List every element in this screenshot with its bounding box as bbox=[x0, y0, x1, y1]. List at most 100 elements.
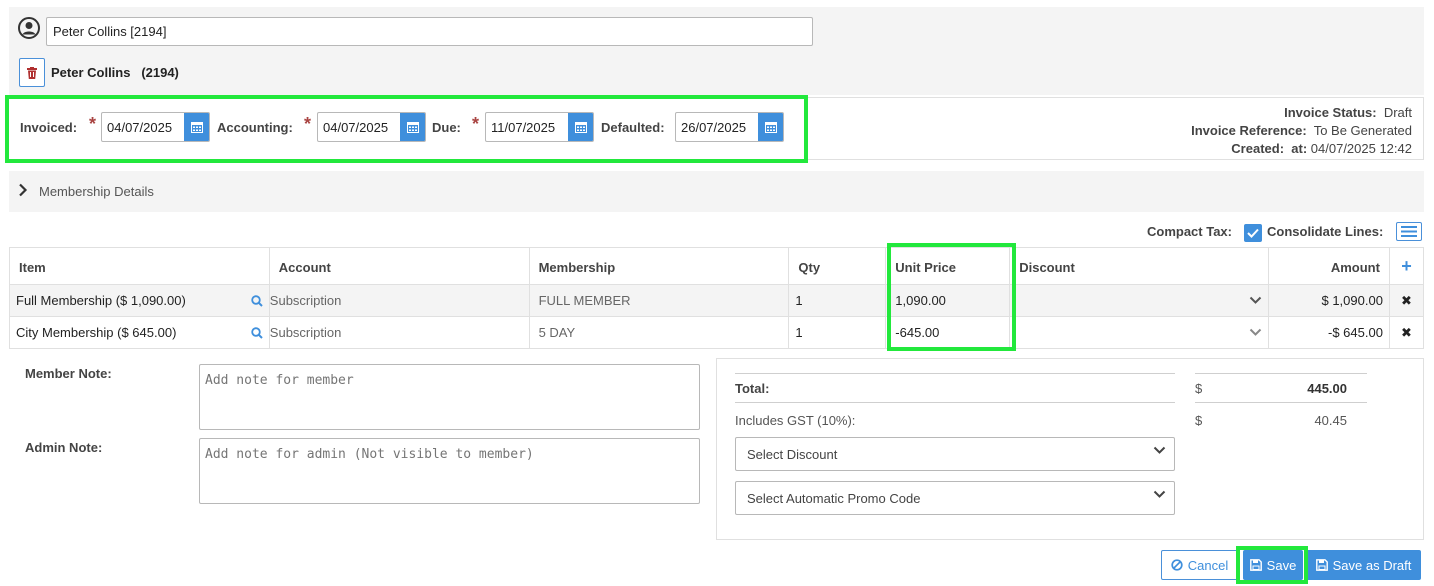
cancel-button[interactable]: Cancel bbox=[1161, 550, 1238, 580]
admin-note-label: Admin Note: bbox=[25, 440, 103, 455]
due-date-field[interactable]: 11/07/2025 bbox=[485, 112, 594, 142]
invoice-status-value: Draft bbox=[1383, 105, 1412, 120]
gst-label: Includes GST (10%): bbox=[735, 413, 856, 428]
required-marker: * bbox=[89, 114, 97, 134]
qty-cell[interactable]: 1 bbox=[788, 316, 887, 349]
due-label: Due: bbox=[432, 120, 461, 135]
column-header-account: Account bbox=[268, 247, 530, 285]
item-cell[interactable]: Full Membership ($ 1,090.00) bbox=[9, 284, 270, 317]
remove-member-button[interactable] bbox=[19, 58, 45, 87]
invoiced-label: Invoiced: bbox=[20, 120, 78, 135]
member-id: (2194) bbox=[141, 65, 179, 80]
consolidate-lines-button[interactable] bbox=[1396, 222, 1422, 241]
member-note-textarea[interactable] bbox=[199, 364, 700, 430]
created-at-label: at: bbox=[1291, 141, 1308, 156]
table-row: Full Membership ($ 1,090.00) Subscriptio… bbox=[9, 284, 1425, 317]
trash-icon bbox=[27, 66, 37, 79]
chevron-down-icon bbox=[1153, 490, 1166, 498]
save-as-draft-label: Save as Draft bbox=[1332, 557, 1412, 573]
invoice-reference-label: Invoice Reference: bbox=[1191, 123, 1307, 138]
member-name-display: Peter Collins (2194) bbox=[51, 65, 179, 80]
accounting-label: Accounting: bbox=[217, 120, 293, 135]
item-cell[interactable]: City Membership ($ 645.00) bbox=[9, 316, 270, 349]
membership-details-toggle[interactable] bbox=[9, 171, 1424, 212]
accounting-date-value[interactable]: 04/07/2025 bbox=[318, 113, 400, 141]
remove-line-button[interactable]: ✖ bbox=[1388, 316, 1425, 349]
compact-tax-label: Compact Tax: bbox=[1147, 224, 1232, 239]
floppy-disk-icon bbox=[1249, 559, 1262, 571]
qty-cell[interactable]: 1 bbox=[788, 284, 887, 317]
chevron-right-icon[interactable] bbox=[18, 183, 28, 197]
discount-cell[interactable] bbox=[1009, 284, 1269, 317]
account-cell: Subscription bbox=[268, 316, 530, 349]
column-header-membership: Membership bbox=[528, 247, 790, 285]
unit-price-cell[interactable]: -645.00 bbox=[885, 316, 1011, 349]
column-header-amount: Amount bbox=[1268, 247, 1390, 285]
invoice-status-label: Invoice Status: bbox=[1284, 105, 1377, 120]
member-search-input[interactable] bbox=[46, 17, 813, 46]
column-header-item: Item bbox=[9, 247, 270, 285]
invoiced-date-value[interactable]: 04/07/2025 bbox=[102, 113, 184, 141]
chevron-down-icon[interactable] bbox=[1249, 328, 1262, 337]
calendar-icon[interactable] bbox=[758, 113, 783, 141]
total-currency: $ bbox=[1195, 381, 1203, 396]
compact-tax-checkbox[interactable] bbox=[1244, 224, 1262, 242]
calendar-icon[interactable] bbox=[568, 113, 593, 141]
discount-select[interactable]: Select Discount bbox=[735, 437, 1175, 471]
save-button[interactable]: Save bbox=[1243, 550, 1303, 580]
promo-code-select-value: Select Automatic Promo Code bbox=[747, 491, 921, 506]
consolidate-lines-label: Consolidate Lines: bbox=[1267, 224, 1384, 239]
total-label: Total: bbox=[735, 381, 770, 396]
total-value: 445.00 bbox=[1307, 381, 1347, 396]
divider bbox=[735, 402, 1175, 403]
floppy-disk-icon bbox=[1315, 559, 1328, 571]
invoice-info: Invoice Status: Draft Invoice Reference:… bbox=[1191, 104, 1412, 158]
created-label: Created: bbox=[1231, 141, 1285, 156]
divider bbox=[1195, 373, 1367, 374]
required-marker: * bbox=[472, 114, 480, 134]
chevron-down-icon[interactable] bbox=[1249, 296, 1262, 305]
chevron-down-icon bbox=[1153, 446, 1166, 454]
unit-price-cell[interactable]: 1,090.00 bbox=[885, 284, 1011, 317]
check-icon bbox=[1247, 228, 1259, 238]
defaulted-label: Defaulted: bbox=[601, 120, 665, 135]
column-header-qty: Qty bbox=[788, 247, 887, 285]
member-name: Peter Collins bbox=[51, 65, 131, 80]
admin-note-textarea[interactable] bbox=[199, 438, 700, 504]
ban-icon bbox=[1171, 559, 1183, 571]
invoiced-date-field[interactable]: 04/07/2025 bbox=[101, 112, 210, 142]
amount-cell: -$ 645.00 bbox=[1268, 316, 1390, 349]
created-value: 04/07/2025 12:42 bbox=[1310, 141, 1412, 156]
table-row: City Membership ($ 645.00) Subscription … bbox=[9, 316, 1425, 349]
save-label: Save bbox=[1266, 557, 1297, 573]
invoice-lines-table: Item Account Membership Qty Unit Price D… bbox=[9, 247, 1425, 349]
item-name: City Membership ($ 645.00) bbox=[16, 325, 177, 340]
remove-line-button[interactable]: ✖ bbox=[1388, 284, 1425, 317]
membership-details-label[interactable]: Membership Details bbox=[39, 184, 154, 199]
save-as-draft-button[interactable]: Save as Draft bbox=[1306, 550, 1421, 580]
item-name: Full Membership ($ 1,090.00) bbox=[16, 293, 186, 308]
gst-value: 40.45 bbox=[1314, 413, 1347, 428]
discount-cell[interactable] bbox=[1009, 316, 1269, 349]
search-icon[interactable] bbox=[251, 294, 263, 307]
due-date-value[interactable]: 11/07/2025 bbox=[486, 113, 568, 141]
list-icon bbox=[1401, 226, 1417, 237]
accounting-date-field[interactable]: 04/07/2025 bbox=[317, 112, 426, 142]
member-note-label: Member Note: bbox=[25, 366, 112, 381]
required-marker: * bbox=[304, 114, 312, 134]
calendar-icon[interactable] bbox=[400, 113, 425, 141]
membership-cell: 5 DAY bbox=[528, 316, 790, 349]
calendar-icon[interactable] bbox=[184, 113, 209, 141]
column-header-discount: Discount bbox=[1009, 247, 1269, 285]
promo-code-select[interactable]: Select Automatic Promo Code bbox=[735, 481, 1175, 515]
invoice-reference-value: To Be Generated bbox=[1313, 123, 1412, 138]
amount-cell: $ 1,090.00 bbox=[1268, 284, 1390, 317]
search-icon[interactable] bbox=[251, 326, 263, 339]
defaulted-date-value[interactable]: 26/07/2025 bbox=[676, 113, 758, 141]
add-line-button[interactable]: + bbox=[1388, 247, 1425, 285]
column-header-unit-price: Unit Price bbox=[885, 247, 1011, 285]
defaulted-date-field[interactable]: 26/07/2025 bbox=[675, 112, 784, 142]
divider bbox=[735, 373, 1175, 374]
divider bbox=[1195, 402, 1367, 403]
membership-cell: FULL MEMBER bbox=[528, 284, 790, 317]
